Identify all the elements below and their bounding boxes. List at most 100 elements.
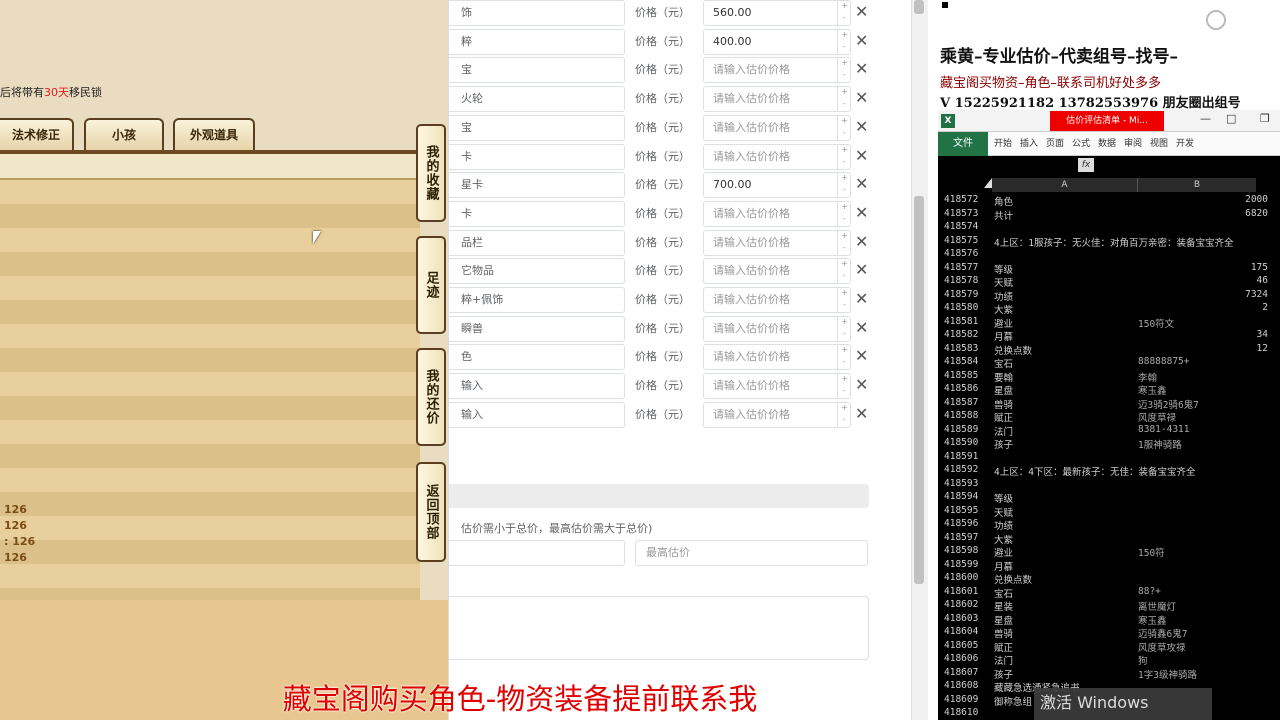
close-icon[interactable]: ✕: [855, 373, 868, 397]
min-valuation-input[interactable]: [449, 540, 625, 566]
sheet-row[interactable]: 418588 赋正 风度草禄: [938, 410, 1280, 424]
item-name-input[interactable]: 饰: [449, 0, 625, 26]
price-stepper[interactable]: + -: [837, 401, 851, 428]
restore-icon[interactable]: ❐: [1260, 112, 1270, 125]
sheet-row[interactable]: 418599 月慕: [938, 559, 1280, 573]
cell-a[interactable]: 避业: [994, 316, 1013, 330]
price-input[interactable]: 请输入估价价格: [703, 86, 851, 113]
formula-bar[interactable]: [938, 156, 1280, 178]
cell-a[interactable]: 宝石: [994, 356, 1013, 370]
tab-spell-correction[interactable]: 法术修正: [0, 118, 74, 150]
cell-b[interactable]: 风度草攻禄: [1138, 640, 1186, 654]
price-stepper[interactable]: + -: [837, 344, 851, 371]
sheet-row[interactable]: 418576: [938, 248, 1280, 262]
maximize-icon[interactable]: □: [1226, 112, 1236, 125]
cell-a[interactable]: 大紫: [994, 532, 1013, 546]
cell-b[interactable]: 寒玉鑫: [1138, 383, 1167, 397]
cell-a[interactable]: 4上区：1服孩子：无火佳：对角百万亲密：装备宝宝齐全: [994, 235, 1233, 249]
price-input[interactable]: 请输入估价价格: [703, 200, 851, 227]
cell-value[interactable]: 46: [1257, 275, 1268, 286]
cell-value[interactable]: 7324: [1245, 289, 1268, 300]
sheet-row[interactable]: 418572 角色 2000: [938, 194, 1280, 208]
my-counteroffers-button[interactable]: 我的还价: [416, 348, 446, 446]
item-name-input[interactable]: 卡: [449, 143, 625, 170]
price-stepper[interactable]: + -: [837, 229, 851, 256]
close-icon[interactable]: ✕: [855, 172, 868, 196]
price-input[interactable]: 请输入估价价格: [703, 258, 851, 285]
cell-a[interactable]: 兽骑: [994, 397, 1013, 411]
item-name-input[interactable]: 品栏: [449, 229, 625, 256]
sheet-row[interactable]: 418598 避业 150符: [938, 545, 1280, 559]
sheet-row[interactable]: 418589 法门 8381-4311: [938, 424, 1280, 438]
cell-value[interactable]: 34: [1257, 329, 1268, 340]
price-input[interactable]: 560.00: [703, 0, 851, 26]
cell-a[interactable]: 法门: [994, 653, 1013, 667]
sheet-row[interactable]: 418592 4上区：4下区：最新孩子：无佳：装备宝宝齐全: [938, 464, 1280, 478]
sheet-row[interactable]: 418582 月慕 34: [938, 329, 1280, 343]
cell-a[interactable]: 4上区：4下区：最新孩子：无佳：装备宝宝齐全: [994, 464, 1195, 478]
sheet-row[interactable]: 418579 功绩 7324: [938, 289, 1280, 303]
sheet-row[interactable]: 418574: [938, 221, 1280, 235]
price-stepper[interactable]: + -: [837, 143, 851, 170]
close-icon[interactable]: ✕: [855, 287, 868, 311]
cell-a[interactable]: 等级: [994, 262, 1013, 276]
ribbon-tab[interactable]: 审阅: [1124, 132, 1142, 156]
sheet-row[interactable]: 418585 要翰 李翰: [938, 370, 1280, 384]
ribbon-tab[interactable]: 公式: [1072, 132, 1090, 156]
sheet-row[interactable]: 418586 星盘 寒玉鑫: [938, 383, 1280, 397]
sheet-row[interactable]: 418575 4上区：1服孩子：无火佳：对角百万亲密：装备宝宝齐全: [938, 235, 1280, 249]
column-b-header[interactable]: B: [1138, 178, 1256, 192]
select-all-corner[interactable]: [984, 178, 992, 188]
sheet-row[interactable]: 418584 宝石 88888875+: [938, 356, 1280, 370]
cell-a[interactable]: 天赋: [994, 505, 1013, 519]
price-stepper[interactable]: + -: [837, 373, 851, 400]
sheet-row[interactable]: 418600 兑换点数: [938, 572, 1280, 586]
cell-b[interactable]: 离世魔灯: [1138, 599, 1176, 613]
price-input[interactable]: 700.00: [703, 172, 851, 199]
cell-a[interactable]: 月慕: [994, 559, 1013, 573]
close-icon[interactable]: ✕: [855, 316, 868, 340]
cell-b[interactable]: 1服神骑路: [1138, 437, 1182, 451]
back-to-top-button[interactable]: 返回顶部: [416, 462, 446, 562]
sheet-row[interactable]: 418596 功绩: [938, 518, 1280, 532]
cell-a[interactable]: 天赋: [994, 275, 1013, 289]
tab-appearance-items[interactable]: 外观道具: [173, 118, 255, 150]
ribbon-tab[interactable]: 开始: [994, 132, 1012, 156]
price-input[interactable]: 请输入估价价格: [703, 373, 851, 400]
cell-a[interactable]: 星盘: [994, 383, 1013, 397]
sheet-row[interactable]: 418583 兑换点数 12: [938, 343, 1280, 357]
sheet-row[interactable]: 418601 宝石 88?+: [938, 586, 1280, 600]
scrollbar-thumb[interactable]: [914, 196, 924, 584]
price-input[interactable]: 请输入估价价格: [703, 287, 851, 313]
ribbon-tab[interactable]: 视图: [1150, 132, 1168, 156]
item-name-input[interactable]: 宝: [449, 114, 625, 141]
minimize-icon[interactable]: —: [1200, 112, 1211, 125]
price-stepper[interactable]: + -: [837, 315, 851, 342]
sheet-row[interactable]: 418597 大紫: [938, 532, 1280, 546]
item-name-input[interactable]: 输入: [449, 401, 625, 428]
sheet-row[interactable]: 418590 孩子 1服神骑路: [938, 437, 1280, 451]
item-name-input[interactable]: 它物品: [449, 258, 625, 285]
item-name-input[interactable]: 宝: [449, 57, 625, 84]
column-a-header[interactable]: A: [992, 178, 1138, 192]
cell-a[interactable]: 赋正: [994, 410, 1013, 424]
cell-b[interactable]: 迈3骑2骑6鬼7: [1138, 397, 1199, 411]
item-name-input[interactable]: 瞬兽: [449, 315, 625, 342]
close-icon[interactable]: ✕: [855, 115, 868, 139]
price-input[interactable]: 请输入估价价格: [703, 344, 851, 371]
sheet-row[interactable]: 418602 星装 离世魔灯: [938, 599, 1280, 613]
cell-a[interactable]: 共计: [994, 208, 1013, 222]
cell-a[interactable]: 星装: [994, 599, 1013, 613]
cell-value[interactable]: 2: [1262, 302, 1268, 313]
item-name-input[interactable]: 输入: [449, 373, 625, 400]
price-input[interactable]: 请输入估价价格: [703, 401, 851, 428]
close-icon[interactable]: ✕: [855, 344, 868, 368]
cell-a[interactable]: 星盘: [994, 613, 1013, 627]
close-icon[interactable]: ✕: [855, 230, 868, 254]
price-stepper[interactable]: + -: [837, 28, 851, 55]
item-name-input[interactable]: 粹: [449, 28, 625, 55]
cell-b[interactable]: 迈骑鑫6鬼7: [1138, 626, 1187, 640]
cell-b[interactable]: 李翰: [1138, 370, 1157, 384]
sheet-row[interactable]: 418593: [938, 478, 1280, 492]
cell-b[interactable]: 150符: [1138, 545, 1165, 559]
